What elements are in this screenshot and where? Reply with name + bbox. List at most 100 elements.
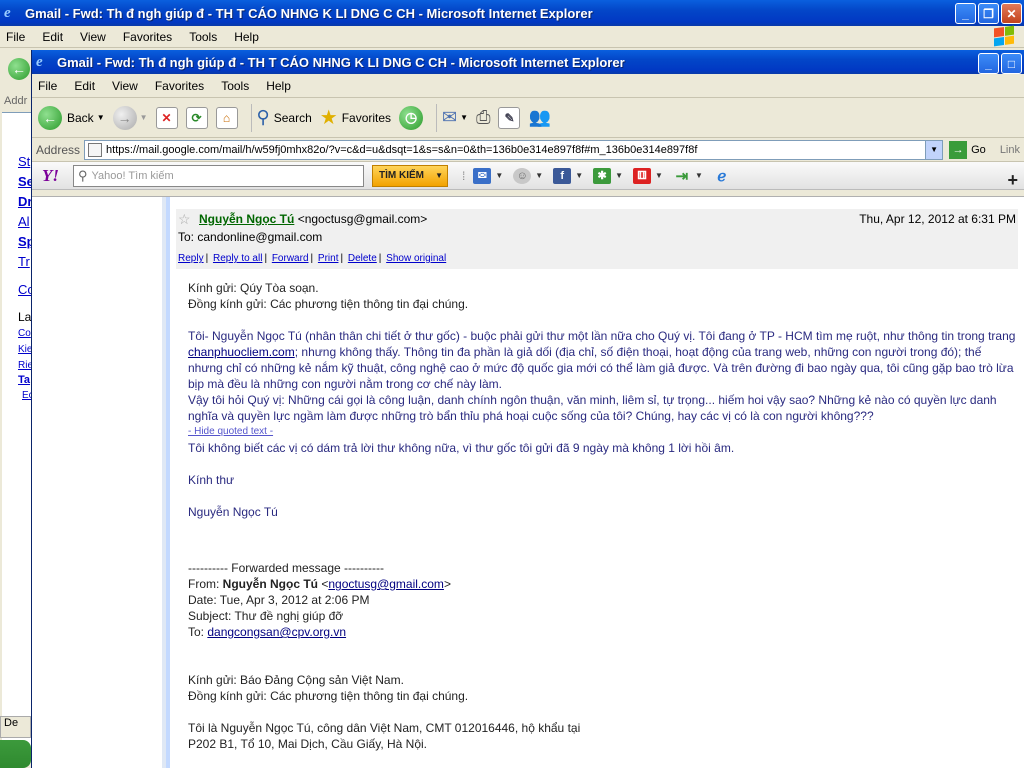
refresh-button[interactable]: ⟳ [186,107,208,129]
start-button[interactable] [0,740,31,768]
menu-favorites[interactable]: Favorites [123,30,172,44]
menu-edit[interactable]: Edit [42,30,63,44]
close-button[interactable]: ✕ [1001,3,1022,24]
ie-icon[interactable]: ℯ [713,168,731,184]
back-back-icon[interactable]: ← [8,58,30,80]
print-link[interactable]: Print [318,253,339,264]
go-button[interactable]: → Go [949,141,986,159]
menu-favorites[interactable]: Favorites [155,79,204,93]
games-icon[interactable]: ✱ [593,168,611,184]
address-input[interactable]: https://mail.google.com/mail/h/w59fj0mhx… [84,140,943,160]
chevron-down-icon[interactable]: ▼ [615,171,623,180]
go-label: Go [971,144,986,156]
forwarded-recipient-email[interactable]: dangcongsan@cpv.org.vn [207,625,346,639]
forwarded-intro: P202 B1, Tổ 10, Mai Dịch, Cầu Giấy, Hà N… [188,736,1018,752]
minimize-button[interactable]: _ [955,3,976,24]
forwarded-sender-email[interactable]: ngoctusg@gmail.com [328,577,444,591]
menu-edit[interactable]: Edit [74,79,95,93]
field-label: To: [188,625,207,639]
sender-name[interactable]: Nguyễn Ngọc Tú [199,212,294,226]
back-side-link[interactable]: Ta [18,374,30,386]
back-window-visible-strip: ← Addr St Se Dr Al Sp Tr Co La Co Kie Ri… [0,48,31,768]
back-side-link[interactable]: Tr [18,254,30,269]
mail-icon: ✉ [442,107,457,128]
forward-link[interactable]: Forward [272,253,309,264]
forwarded-intro: Tôi là Nguyễn Ngọc Tú, công dân Việt Nam… [188,720,1018,736]
reply-link[interactable]: Reply [178,253,204,264]
recipient-line: To: candonline@gmail.com [178,230,322,244]
chevron-down-icon[interactable]: ▼ [925,141,942,159]
back-side-link[interactable]: Al [18,214,30,229]
chevron-down-icon[interactable]: ▼ [655,171,663,180]
title-bar: e Gmail - Fwd: Th đ ngh giúp đ - TH T CÁ… [32,50,1024,74]
forwarded-to: To: dangcongsan@cpv.org.vn [188,624,1018,640]
search-label: Search [274,111,312,125]
menu-view[interactable]: View [80,30,106,44]
chevron-down-icon[interactable]: ▼ [97,113,105,122]
search-button[interactable]: ⚲ Search [257,107,312,128]
add-icon[interactable]: + [1007,170,1018,191]
maximize-button[interactable]: □ [1001,53,1022,74]
website-link[interactable]: chanphuocliem.com [188,345,295,359]
favorites-label: Favorites [342,111,391,125]
paragraph-text: ; nhưng không thấy. Thông tin đa phần là… [188,345,1014,391]
page-icon [88,143,102,157]
forward-button[interactable]: → ▼ [113,106,148,130]
forwarded-date: Date: Tue, Apr 3, 2012 at 2:06 PM [188,592,1018,608]
field-label: From: [188,577,223,591]
restore-button[interactable]: ❐ [978,3,999,24]
chevron-down-icon[interactable]: ▼ [695,171,703,180]
email-closing: Kính thư [188,472,1018,488]
minimize-button[interactable]: _ [978,53,999,74]
bookmark-add-icon[interactable]: ⇥ [673,168,691,184]
hide-quoted-text-link[interactable]: - Hide quoted text - [188,424,1018,440]
messenger-icon[interactable]: ☺ [513,168,531,184]
chevron-down-icon[interactable]: ▼ [460,113,468,122]
yahoo-search-label: TÌM KIẾM [379,170,424,181]
chevron-down-icon[interactable]: ▼ [575,171,583,180]
chevron-down-icon[interactable]: ▼ [535,171,543,180]
yahoo-search-button[interactable]: TÌM KIẾM ▼ [372,165,448,187]
taskbar-item[interactable]: De [0,716,31,738]
greeting-line: Đồng kính gửi: Các phương tiện thông tin… [188,688,1018,704]
history-button[interactable]: ◷ [399,106,423,130]
menu-tools[interactable]: Tools [221,79,249,93]
menu-help[interactable]: Help [234,30,259,44]
star-icon[interactable]: ☆ [178,211,191,228]
chevron-down-icon[interactable]: ▼ [140,113,148,122]
stop-button[interactable]: ✕ [156,107,178,129]
delete-link[interactable]: Delete [348,253,377,264]
mail-button[interactable]: ✉ ▼ [442,107,468,128]
home-icon: ⌂ [216,107,238,129]
menu-tools[interactable]: Tools [189,30,217,44]
back-button[interactable]: ← Back ▼ [38,106,105,130]
yahoo-logo[interactable]: Y! [42,166,59,186]
search-icon: ⚲ [78,168,88,184]
links-label[interactable]: Link [1000,144,1020,156]
mail-icon[interactable]: ✉ [473,168,491,184]
dice-icon[interactable]: ⚅ [633,168,651,184]
email-message: ☆ Nguyễn Ngọc Tú <ngoctusg@gmail.com> Th… [176,209,1018,752]
yahoo-search-input[interactable]: ⚲ Yahoo! Tìm kiếm [73,165,364,187]
facebook-icon[interactable]: f [553,168,571,184]
print-button[interactable]: ⎙ [476,107,490,128]
home-button[interactable]: ⌂ [216,107,238,129]
menu-view[interactable]: View [112,79,138,93]
edit-button[interactable]: ✎ [498,107,520,129]
reply-all-link[interactable]: Reply to all [213,253,262,264]
messenger-button[interactable]: 👥 [528,107,550,128]
page-content: ☆ Nguyễn Ngọc Tú <ngoctusg@gmail.com> Th… [32,196,1024,768]
forwarded-sender-name: Nguyễn Ngọc Tú [223,577,318,591]
toolbar-grip-icon: ⁞ [462,169,465,183]
menu-file[interactable]: File [38,79,57,93]
back-side-link[interactable]: St [18,154,30,169]
chevron-down-icon[interactable]: ▼ [495,171,503,180]
show-original-link[interactable]: Show original [386,253,446,264]
menu-help[interactable]: Help [266,79,291,93]
favorites-button[interactable]: ★ Favorites [320,105,391,130]
toolbar-divider [436,104,437,132]
menu-file[interactable]: File [6,30,25,44]
chevron-down-icon[interactable]: ▼ [435,171,443,180]
email-greeting: Kính gửi: Qúy Tòa soạn. Đồng kính gửi: C… [188,280,1018,312]
back-side-link[interactable]: Co [18,328,31,339]
